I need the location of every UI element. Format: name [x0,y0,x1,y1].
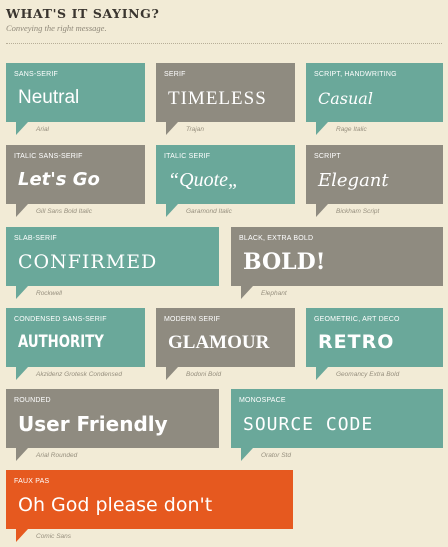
card-category: CONDENSED SANS-SERIF [14,316,107,323]
card-user-friendly: ROUNDED User Friendly Arial Rounded [6,389,219,463]
card-authority: CONDENSED SANS-SERIF AUTHORITY Akzidenz … [6,308,145,382]
card-sample: GLAMOUR [168,332,270,353]
card-source-code: MONOSPACE SOURCE CODE Orator Std [231,389,443,463]
card-sample: Let's Go [18,169,100,190]
card-font-name: Rage Italic [336,126,367,133]
card-category: SANS-SERIF [14,71,59,78]
card-font-name: Bodoni Bold [186,371,222,378]
card-confirmed: SLAB-SERIF CONFIRMED Rockwell [6,227,219,301]
card-sample: Neutral [18,87,80,108]
card-sample: Oh God please don't [18,494,213,516]
card-category: ITALIC SERIF [164,153,211,160]
card-category: ITALIC SANS-SERIF [14,153,83,160]
card-retro: GEOMETRIC, ART DECO RETRO Geomancy Extra… [306,308,443,382]
card-timeless: SERIF TIMELESS Trajan [156,63,295,137]
card-font-name: Trajan [186,126,204,133]
card-sample: RETRO [318,331,395,353]
card-casual: SCRIPT, HANDWRITING Casual Rage Italic [306,63,443,137]
card-sample: SOURCE CODE [243,414,374,435]
card-sample: Elegant [318,170,389,191]
card-font-name: Rockwell [36,290,63,297]
card-lets-go: ITALIC SANS-SERIF Let's Go Gill Sans Bol… [6,145,145,219]
card-font-name: Geomancy Extra Bold [336,371,400,378]
card-category: GEOMETRIC, ART DECO [314,316,400,323]
card-font-name: Bickham Script [336,208,380,215]
card-font-name: Garamond Italic [186,208,232,215]
card-font-name: Akzidenz Grotesk Condensed [36,371,122,378]
card-sample: User Friendly [18,412,168,436]
card-sample: CONFIRMED [18,251,158,273]
card-font-name: Arial Rounded [36,452,78,459]
card-category: MODERN SERIF [164,316,221,323]
card-font-name: Orator Std [261,452,291,459]
card-category: FAUX PAS [14,478,50,485]
card-bold: BLACK, EXTRA BOLD BOLD! Elephant [231,227,443,301]
card-font-name: Gill Sans Bold Italic [36,208,92,215]
page-title: WHAT'S IT SAYING? [6,6,160,21]
divider [6,43,442,44]
card-category: SERIF [164,71,186,78]
card-category: BLACK, EXTRA BOLD [239,235,314,242]
header: WHAT'S IT SAYING? Conveying the right me… [6,6,442,33]
card-quote: ITALIC SERIF “Quote„ Garamond Italic [156,145,295,219]
card-category: SLAB-SERIF [14,235,57,242]
card-neutral: SANS-SERIF Neutral Arial [6,63,145,137]
card-category: ROUNDED [14,397,51,404]
card-category: MONOSPACE [239,397,286,404]
card-elegant: SCRIPT Elegant Bickham Script [306,145,443,219]
card-font-name: Arial [36,126,50,133]
card-sample: BOLD! [243,249,326,275]
card-font-name: Comic Sans [36,533,72,540]
page-subtitle: Conveying the right message. [6,23,107,33]
card-faux-pas: FAUX PAS Oh God please don't Comic Sans [6,470,293,544]
card-sample: Casual [318,89,373,108]
card-sample: AUTHORITY [18,332,104,352]
card-category: SCRIPT [314,153,341,160]
card-sample: “Quote„ [168,169,240,191]
card-glamour: MODERN SERIF GLAMOUR Bodoni Bold [156,308,295,382]
card-font-name: Elephant [261,290,287,297]
card-sample: TIMELESS [168,88,267,109]
card-category: SCRIPT, HANDWRITING [314,71,397,78]
